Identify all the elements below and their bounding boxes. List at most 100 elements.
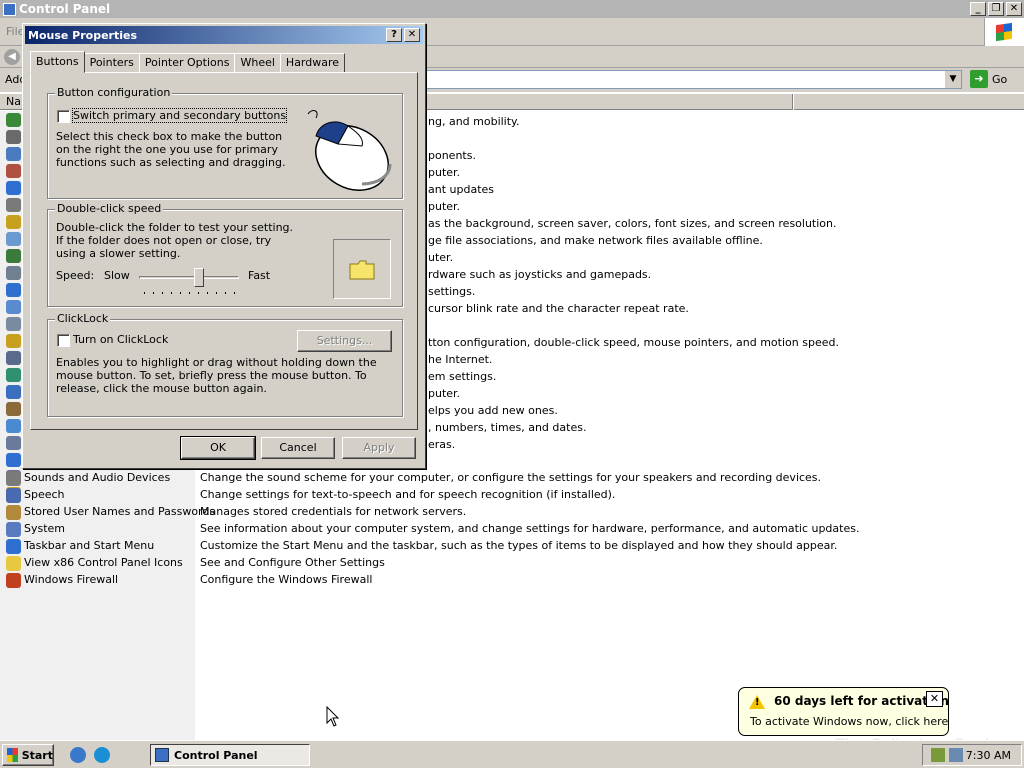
control-panel-titlebar[interactable]: Control Panel _ ❐ ✕ xyxy=(0,0,1024,18)
tab-buttons[interactable]: Buttons xyxy=(30,51,85,73)
folder-icon xyxy=(349,260,375,280)
back-arrow-icon[interactable]: ◀ xyxy=(4,49,20,65)
internet-explorer-icon[interactable] xyxy=(94,747,110,763)
slider-tick xyxy=(216,292,217,294)
control-panel-item-icon[interactable] xyxy=(6,215,21,229)
control-panel-item-icon[interactable] xyxy=(6,453,21,467)
item-description-fragment: ant updates xyxy=(428,183,495,196)
tab-wheel[interactable]: Wheel xyxy=(234,53,281,73)
list-item[interactable]: Sounds and Audio Devices Change the sound… xyxy=(0,470,1024,487)
control-panel-item-icon[interactable] xyxy=(6,147,21,161)
go-arrow-icon: ➜ xyxy=(970,70,988,88)
item-description-fragment: ng, and mobility. xyxy=(428,115,520,128)
chevron-down-icon[interactable]: ▼ xyxy=(945,71,961,88)
control-panel-icon xyxy=(155,748,169,762)
control-panel-item-icon[interactable] xyxy=(6,334,21,348)
test-folder-area[interactable] xyxy=(333,239,391,299)
slider-tick xyxy=(180,292,181,294)
cancel-button[interactable]: Cancel xyxy=(261,437,335,459)
group-title: ClickLock xyxy=(55,312,111,325)
go-button[interactable]: ➜ Go xyxy=(970,70,1007,88)
control-panel-item-icon[interactable] xyxy=(6,130,21,144)
item-description-fragment: rdware such as joysticks and gamepads. xyxy=(428,268,652,281)
item-description-fragment: elps you add new ones. xyxy=(428,404,558,417)
taskbar-button-label: Control Panel xyxy=(174,748,258,762)
control-panel-item-icon[interactable] xyxy=(6,113,21,127)
clock[interactable]: 7:30 AM xyxy=(966,749,1011,762)
activation-keys-icon[interactable] xyxy=(949,748,963,762)
control-panel-item-icon[interactable] xyxy=(6,385,21,399)
balloon-text[interactable]: To activate Windows now, click here xyxy=(750,715,948,728)
apply-button[interactable]: Apply xyxy=(342,437,416,459)
button-config-description: Select this check box to make the button… xyxy=(56,130,286,169)
item-description-fragment: cursor blink rate and the character repe… xyxy=(428,302,689,315)
tab-panel-buttons: Button configuration Switch primary and … xyxy=(30,72,418,430)
balloon-close-icon[interactable]: ✕ xyxy=(926,691,943,707)
control-panel-item-icon[interactable] xyxy=(6,164,21,178)
network-icon[interactable] xyxy=(931,748,945,762)
item-name: View x86 Control Panel Icons xyxy=(24,556,183,569)
system-tray: 7:30 AM xyxy=(922,744,1022,766)
control-panel-item-icon[interactable] xyxy=(6,317,21,331)
windows-logo-icon xyxy=(7,748,18,762)
control-panel-item-icon[interactable] xyxy=(6,181,21,195)
slider-tick xyxy=(225,292,226,294)
control-panel-item-icon[interactable] xyxy=(6,402,21,416)
slider-tick xyxy=(207,292,208,294)
list-item[interactable]: View x86 Control Panel Icons See and Conf… xyxy=(0,555,1024,572)
list-item[interactable]: System See information about your compute… xyxy=(0,521,1024,538)
control-panel-item-icon[interactable] xyxy=(6,232,21,246)
item-description-fragment: puter. xyxy=(428,166,461,179)
control-panel-item-icon[interactable] xyxy=(6,368,21,382)
control-panel-item-icon[interactable] xyxy=(6,198,21,212)
warning-icon: ! xyxy=(749,695,765,709)
minimize-button[interactable]: _ xyxy=(970,2,986,16)
speed-slider-thumb[interactable] xyxy=(194,268,204,287)
list-item[interactable]: Stored User Names and Passwords Manages s… xyxy=(0,504,1024,521)
list-item[interactable]: Taskbar and Start Menu Customize the Star… xyxy=(0,538,1024,555)
close-button[interactable]: ✕ xyxy=(1006,2,1022,16)
activation-balloon[interactable]: ! 60 days left for activation To activat… xyxy=(738,687,949,736)
maximize-button[interactable]: ❐ xyxy=(988,2,1004,16)
clicklock-checkbox[interactable] xyxy=(57,334,70,347)
ok-button[interactable]: OK xyxy=(180,436,256,460)
list-item[interactable]: Speech Change settings for text-to-speech… xyxy=(0,487,1024,504)
slider-tick xyxy=(198,292,199,294)
dialog-close-button[interactable]: ✕ xyxy=(404,28,420,42)
tab-pointers[interactable]: Pointers xyxy=(83,53,140,73)
tab-hardware[interactable]: Hardware xyxy=(279,53,346,73)
control-panel-item-icon[interactable] xyxy=(6,419,21,433)
dialog-titlebar[interactable]: Mouse Properties ? ✕ xyxy=(25,26,423,44)
switch-buttons-label[interactable]: Switch primary and secondary buttons xyxy=(71,108,288,123)
control-panel-title: Control Panel xyxy=(19,2,111,16)
speed-label: Speed: xyxy=(56,269,95,282)
clicklock-label[interactable]: Turn on ClickLock xyxy=(73,333,168,346)
group-title: Double-click speed xyxy=(55,202,164,215)
control-panel-item-icon xyxy=(6,539,21,554)
taskbar-control-panel-button[interactable]: Control Panel xyxy=(150,744,310,766)
control-panel-item-icon[interactable] xyxy=(6,283,21,297)
control-panel-item-icon[interactable] xyxy=(6,266,21,280)
clicklock-settings-button[interactable]: Settings... xyxy=(297,330,392,352)
item-description: See and Configure Other Settings xyxy=(200,556,385,569)
address-input[interactable]: ▼ xyxy=(420,70,962,89)
column-divider[interactable] xyxy=(792,94,794,110)
tab-pointer-options[interactable]: Pointer Options xyxy=(138,53,236,73)
item-description-fragment: , numbers, times, and dates. xyxy=(428,421,587,434)
control-panel-item-icon[interactable] xyxy=(6,249,21,263)
control-panel-item-icon[interactable] xyxy=(6,351,21,365)
item-name: Speech xyxy=(24,488,65,501)
item-name: System xyxy=(24,522,66,535)
control-panel-item-icon[interactable] xyxy=(6,300,21,314)
control-panel-item-icon[interactable] xyxy=(6,436,21,450)
mouse-cursor-icon xyxy=(326,706,340,727)
list-item[interactable]: Windows Firewall Configure the Windows Fi… xyxy=(0,572,1024,589)
show-desktop-icon[interactable] xyxy=(70,747,86,763)
dialog-title: Mouse Properties xyxy=(28,28,138,42)
speed-slider-track[interactable] xyxy=(139,276,239,279)
start-button[interactable]: Start xyxy=(2,744,54,766)
item-description-fragment: he Internet. xyxy=(428,353,493,366)
help-button[interactable]: ? xyxy=(386,28,402,42)
item-description-fragment: as the background, screen saver, colors,… xyxy=(428,217,837,230)
switch-buttons-checkbox[interactable] xyxy=(57,110,70,123)
